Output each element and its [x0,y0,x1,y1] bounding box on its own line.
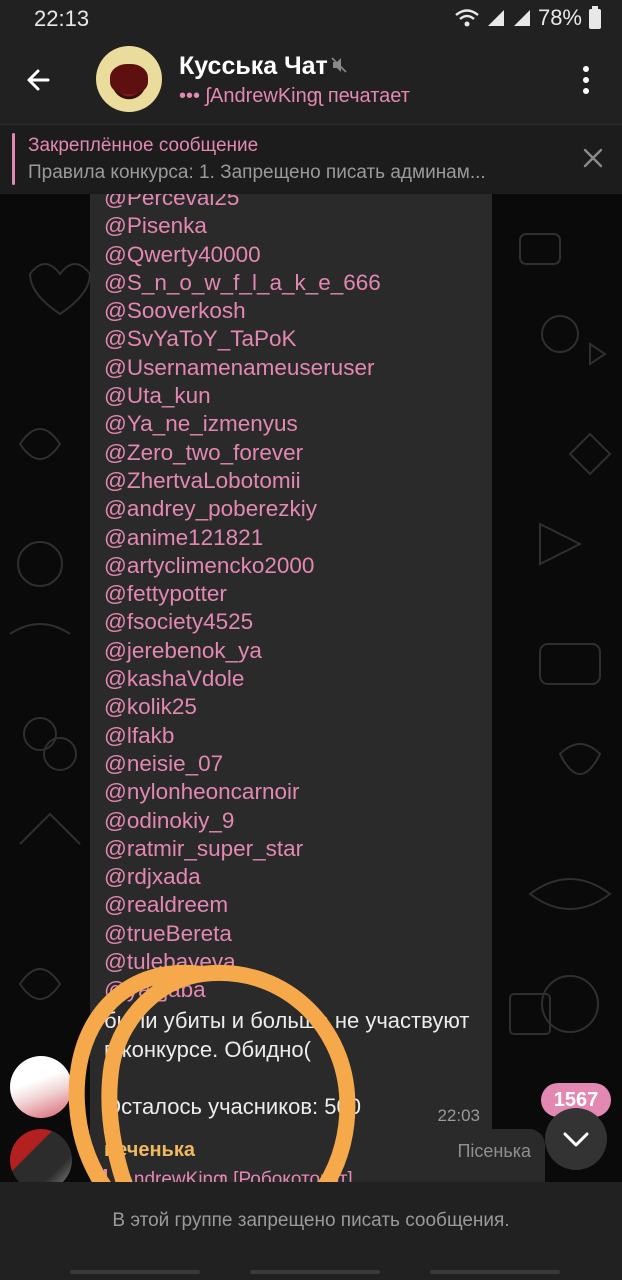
bottom-bar: В этой группе запрещено писать сообщения… [0,1182,622,1280]
status-icons: 78% [454,5,602,31]
sender-avatar[interactable] [10,1056,72,1118]
user-mention[interactable]: @Qwerty40000 [104,241,381,269]
user-mention[interactable]: @S_n_o_w_f_l_a_k_e_666 [104,269,381,297]
signal-icon-2 [513,10,530,26]
user-mention[interactable]: @nylonheoncarnoir [104,778,381,806]
chat-avatar[interactable] [96,46,162,112]
nav-recents-button[interactable] [430,1270,560,1274]
user-mention[interactable]: @lfakb [104,722,381,750]
message-bubble[interactable]: @Perceval25 @Pisenka @Qwerty40000 @S_n_o… [90,194,492,1182]
more-vertical-icon [583,66,589,94]
user-mention[interactable]: @Perceval25 [104,194,381,212]
chat-area[interactable]: @Perceval25 @Pisenka @Qwerty40000 @S_n_o… [0,194,622,1182]
back-button[interactable] [18,58,62,102]
navigation-bar [0,1266,622,1280]
user-mention[interactable]: @fsociety4525 [104,608,381,636]
user-mention[interactable]: @tulebayeva [104,948,381,976]
message-time: 22:03 [437,1106,480,1125]
remaining-count-text: Осталось учасников: 500 [104,1094,361,1119]
more-menu-button[interactable] [572,62,600,98]
chat-header: Кусська Чат ••• ʃAndrewKingʅ печатает [0,36,622,124]
back-arrow-icon [27,69,50,91]
status-time: 22:13 [34,6,90,31]
user-mention[interactable]: @Uta_kun [104,382,381,410]
user-mention[interactable]: @ZhertvaLobotomii [104,467,381,495]
user-mention[interactable]: @anime121821 [104,524,381,552]
nav-home-button[interactable] [250,1270,380,1274]
message-text: были убиты и больше не участвуют в конку… [104,1008,470,1062]
user-mention[interactable]: @ya_jaba [104,976,381,1004]
user-mention[interactable]: @trueBereta [104,920,381,948]
next-message-bubble[interactable]: печенька Пiсенька ʃAndrewKingʅ [Робокото… [90,1129,545,1182]
user-mention[interactable]: @Sooverkosh [104,297,381,325]
user-mention[interactable]: @fettypotter [104,580,381,608]
chat-title[interactable]: Кусська Чат [179,52,328,81]
user-mention[interactable]: @odinokiy_9 [104,807,381,835]
chevron-down-icon [563,1132,589,1147]
user-mention[interactable]: @rdjxada [104,863,381,891]
user-mention[interactable]: @realdreem [104,891,381,919]
scroll-down-button[interactable] [545,1108,607,1170]
pinned-accent-bar [12,133,15,185]
close-icon[interactable] [580,145,606,171]
sender-name[interactable]: печенька [104,1139,195,1162]
user-mention[interactable]: @artyclimencko2000 [104,552,381,580]
signal-icon [487,10,504,26]
pinned-title: Закреплённое сообщение [28,135,259,156]
battery-icon [589,6,601,29]
user-mention[interactable]: @kashaVdole [104,665,381,693]
pinned-message[interactable]: Закреплённое сообщение Правила конкурса:… [0,124,622,195]
user-mention[interactable]: @jerebenok_ya [104,637,381,665]
user-mention[interactable]: @ratmir_super_star [104,835,381,863]
user-mention[interactable]: @Ya_ne_izmenyus [104,410,381,438]
restricted-notice: В этой группе запрещено писать сообщения… [112,1210,510,1231]
user-list: @Perceval25 @Pisenka @Qwerty40000 @S_n_o… [104,194,381,1005]
wifi-icon [455,9,479,27]
battery-level: 78% [537,5,582,30]
sender-avatar[interactable] [10,1129,72,1182]
pinned-preview: Правила конкурса: 1. Запрещено писать ад… [28,162,486,183]
user-mention[interactable]: @andrey_poberezkiy [104,495,381,523]
user-mention[interactable]: @Usernamenameuseruser [104,354,381,382]
user-mention[interactable]: @Pisenka [104,212,381,240]
typing-status: ••• ʃAndrewKingʅ печатает [179,85,410,107]
status-bar: 22:13 78% [0,0,622,36]
reply-preview[interactable]: ʃAndrewKingʅ [Робокотокот] [104,1169,353,1182]
nav-back-button[interactable] [70,1270,200,1274]
sender-role: Пiсенька [457,1141,531,1161]
user-mention[interactable]: @SvYaToY_TaPoK [104,325,381,353]
user-mention[interactable]: @neisie_07 [104,750,381,778]
user-mention[interactable]: @Zero_two_forever [104,439,381,467]
muted-icon [331,57,347,73]
user-mention[interactable]: @kolik25 [104,693,381,721]
